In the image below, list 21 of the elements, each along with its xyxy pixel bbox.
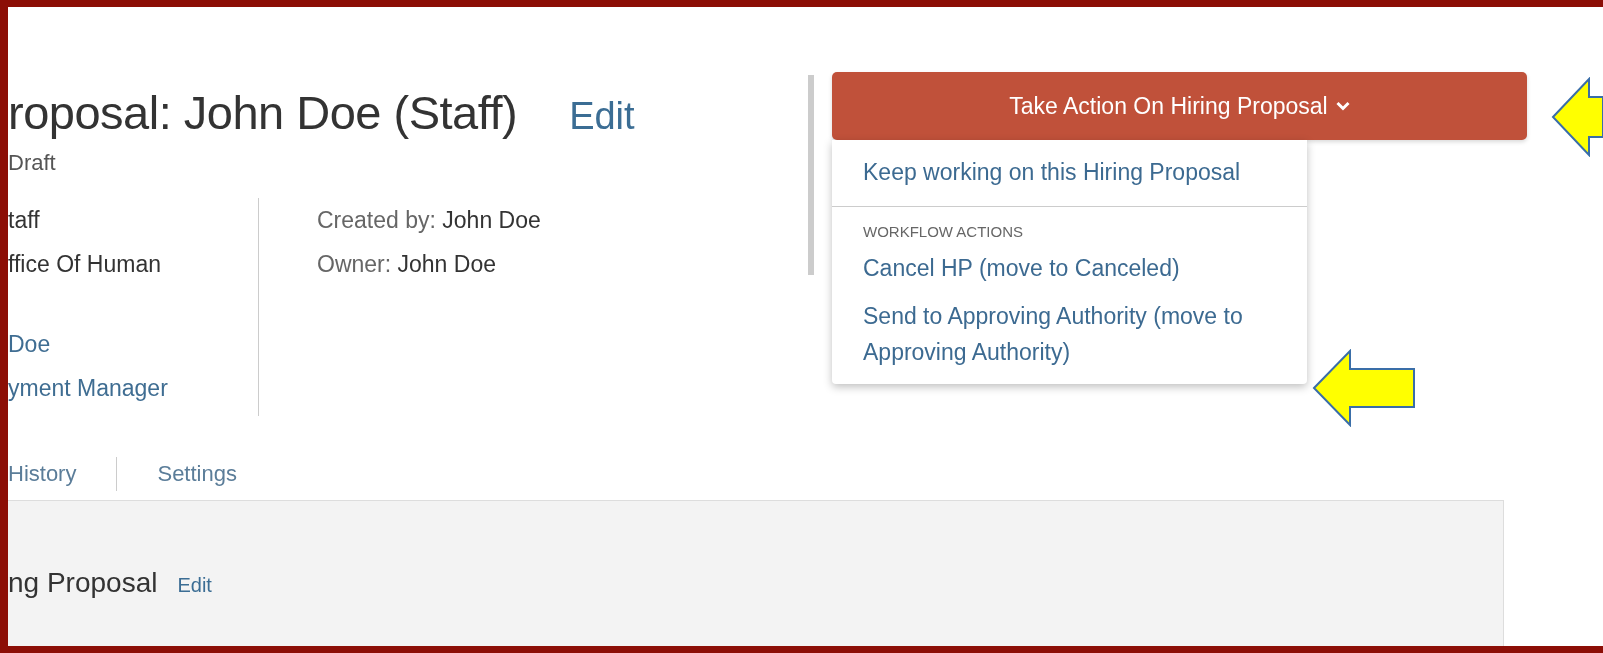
detail-text: taff [8,206,41,235]
pointer-arrow-icon [1551,77,1603,157]
take-action-button[interactable]: Take Action On Hiring Proposal [832,72,1527,140]
menu-item[interactable]: Send to Approving Authority (move to Approving Authority) [832,292,1273,376]
tab[interactable]: History [8,461,77,487]
detail-text: Created by: John Doe [317,206,541,235]
edit-link[interactable]: Edit [177,574,212,597]
pointer-arrow-icon [1312,349,1416,427]
menu-heading: WORKFLOW ACTIONS [862,222,1024,242]
status-text: Draft [8,150,57,176]
edit-link[interactable]: Edit [569,95,635,138]
detail-link[interactable]: Doe [8,322,258,366]
caret-icon [1335,101,1350,111]
page-title: roposal: John Doe (Staff) [8,85,518,140]
menu-item[interactable]: Keep working on this Hiring Proposal [832,148,1273,196]
detail-text: ffice Of Human [8,250,162,279]
detail-link[interactable]: yment Manager [8,366,258,410]
section-title: ng Proposal [8,567,158,599]
detail-text: Owner: John Doe [317,250,497,279]
menu-item[interactable]: Cancel HP (move to Canceled) [832,244,1273,292]
tab[interactable]: Settings [157,461,237,487]
